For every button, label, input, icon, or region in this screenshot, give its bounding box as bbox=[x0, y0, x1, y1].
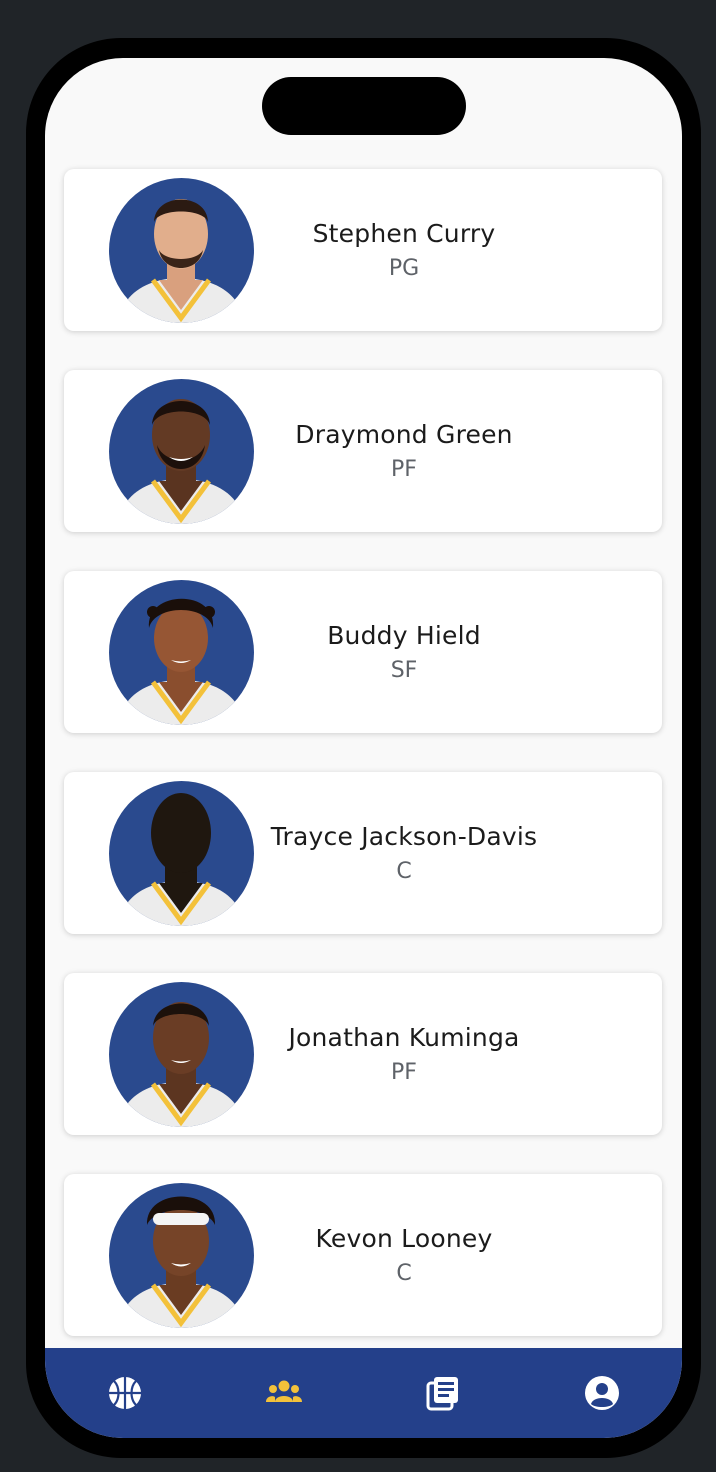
player-info: Stephen Curry PG bbox=[254, 219, 554, 281]
player-info: Kevon Looney C bbox=[254, 1224, 554, 1286]
player-avatar bbox=[109, 580, 254, 725]
player-card[interactable]: Jonathan Kuminga PF bbox=[64, 973, 662, 1135]
player-card[interactable]: Draymond Green PF bbox=[64, 370, 662, 532]
dynamic-island bbox=[262, 77, 466, 135]
player-position: PF bbox=[391, 457, 417, 482]
player-name: Jonathan Kuminga bbox=[288, 1023, 520, 1052]
player-info: Draymond Green PF bbox=[254, 420, 554, 482]
player-name: Draymond Green bbox=[295, 420, 513, 449]
player-name: Stephen Curry bbox=[312, 219, 496, 248]
tab-team[interactable] bbox=[264, 1373, 304, 1413]
phone-frame: Stephen Curry PG Draymond Green PF Buddy… bbox=[26, 38, 701, 1458]
player-card[interactable]: Kevon Looney C bbox=[64, 1174, 662, 1336]
player-card[interactable]: Trayce Jackson-Davis C bbox=[64, 772, 662, 934]
player-position: SF bbox=[390, 658, 418, 683]
bottom-tab-bar bbox=[45, 1348, 682, 1438]
basketball-icon bbox=[109, 1377, 141, 1409]
player-position: PF bbox=[391, 1060, 417, 1085]
player-info: Jonathan Kuminga PF bbox=[254, 1023, 554, 1085]
player-name: Trayce Jackson-Davis bbox=[270, 822, 538, 851]
team-icon bbox=[266, 1380, 302, 1402]
player-avatar bbox=[109, 982, 254, 1127]
tab-news[interactable] bbox=[423, 1373, 463, 1413]
player-card[interactable]: Stephen Curry PG bbox=[64, 169, 662, 331]
news-icon bbox=[426, 1377, 458, 1411]
player-position: PG bbox=[388, 256, 420, 281]
player-avatar bbox=[109, 178, 254, 323]
player-name: Kevon Looney bbox=[315, 1224, 493, 1253]
player-info: Buddy Hield SF bbox=[254, 621, 554, 683]
tab-profile[interactable] bbox=[582, 1373, 622, 1413]
player-card[interactable]: Buddy Hield SF bbox=[64, 571, 662, 733]
player-position: C bbox=[396, 859, 412, 884]
app-screen: Stephen Curry PG Draymond Green PF Buddy… bbox=[45, 58, 682, 1438]
player-avatar bbox=[109, 1183, 254, 1328]
profile-icon bbox=[585, 1376, 619, 1410]
player-info: Trayce Jackson-Davis C bbox=[254, 822, 554, 884]
tab-games[interactable] bbox=[105, 1373, 145, 1413]
player-avatar bbox=[109, 781, 254, 926]
player-position: C bbox=[396, 1261, 412, 1286]
player-avatar bbox=[109, 379, 254, 524]
player-name: Buddy Hield bbox=[327, 621, 481, 650]
